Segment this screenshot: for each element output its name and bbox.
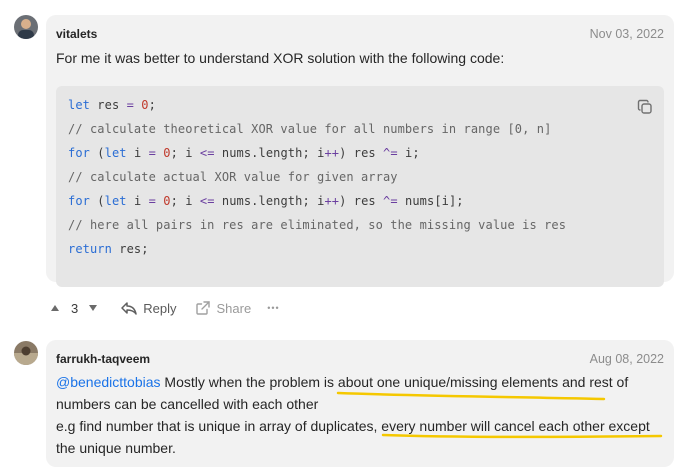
comment-text-line-4: the unique number. [56,440,176,456]
code-line-6: // here all pairs in res are eliminated,… [68,218,567,232]
code-line-7: return res; [68,242,149,256]
comment-text-line-3: e.g find number that is unique in array … [56,418,650,434]
share-icon [196,301,211,315]
comment-author[interactable]: vitalets [56,27,97,41]
code-line-4: // calculate actual XOR value for given … [68,170,398,184]
comment-card-1: vitalets Nov 03, 2022 For me it was bett… [46,15,674,287]
vote-count: 3 [71,300,79,316]
avatar-vitalets[interactable] [14,15,38,39]
downvote-button[interactable] [88,304,98,312]
code-line-5: for (let i = 0; i <= nums.length; i++) r… [68,194,464,208]
mention-link[interactable]: @benedicttobias [56,374,161,390]
comment-card-2: farrukh-taqveem Aug 08, 2022 @benedictto… [46,340,674,467]
reply-button[interactable]: Reply [120,300,176,316]
copy-icon[interactable] [636,98,654,116]
reply-label: Reply [143,300,177,316]
caret-down-icon [89,305,98,311]
comment-author[interactable]: farrukh-taqveem [56,352,150,366]
code-block: let res = 0; // calculate theoretical XO… [56,86,664,287]
code-line-2: // calculate theoretical XOR value for a… [68,122,552,136]
comment-date: Aug 08, 2022 [589,352,664,366]
code-line-3: for (let i = 0; i <= nums.length; i++) r… [68,146,420,160]
share-label: Share [216,300,252,316]
more-options-icon[interactable]: ••• [267,303,279,313]
upvote-button[interactable] [50,304,60,312]
comment-text-line-2: numbers can be cancelled with each other [56,396,319,412]
comment-text: For me it was better to understand XOR s… [56,50,505,66]
share-button[interactable]: Share [195,300,251,316]
comment-date: Nov 03, 2022 [589,27,664,41]
comment-text-line-1: @benedicttobias Mostly when the problem … [56,374,629,390]
caret-up-icon [51,305,59,311]
reply-icon [121,302,137,315]
code-line-1: let res = 0; [68,98,156,112]
comment-actions: 3 Reply Share ••• [46,298,280,318]
avatar-farrukh-taqveem[interactable] [14,341,38,365]
